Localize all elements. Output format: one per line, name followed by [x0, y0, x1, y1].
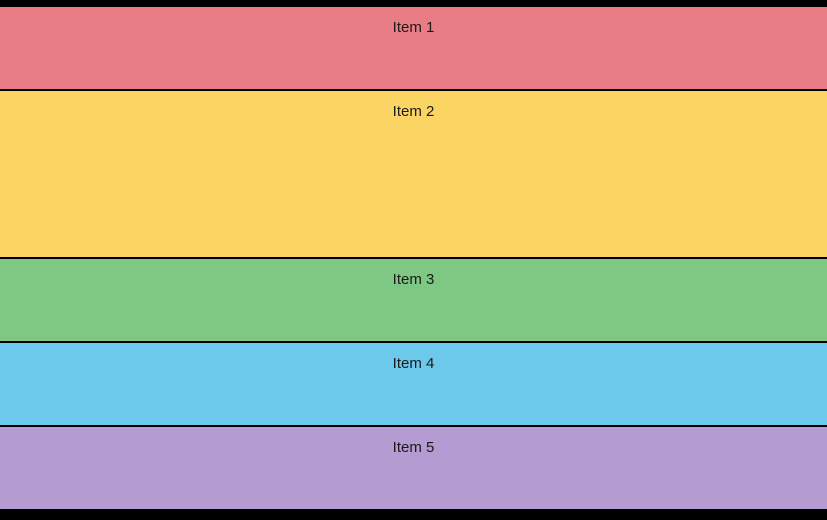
list-item-label: Item 4: [393, 355, 435, 372]
list-item: Item 2: [0, 91, 827, 257]
list-item-label: Item 1: [393, 19, 435, 36]
list-item: Item 5: [0, 427, 827, 509]
list-item-label: Item 5: [393, 439, 435, 456]
list-item-label: Item 3: [393, 271, 435, 288]
list-item: Item 3: [0, 259, 827, 341]
list-item: Item 1: [0, 7, 827, 89]
list-item: Item 4: [0, 343, 827, 425]
list-item-label: Item 2: [393, 103, 435, 120]
